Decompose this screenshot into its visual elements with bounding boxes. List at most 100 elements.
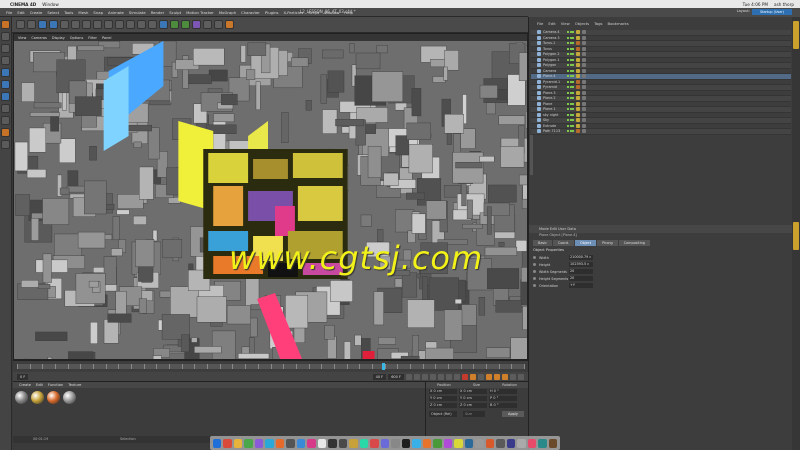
enabled-check-icon[interactable] <box>572 86 574 89</box>
x-axis-button[interactable] <box>82 20 91 29</box>
enabled-check-icon[interactable] <box>572 119 574 122</box>
texture-mode-tool[interactable] <box>1 44 10 53</box>
timeline-settings-button[interactable] <box>518 373 524 380</box>
animate-dot-icon[interactable] <box>533 263 536 266</box>
menu-plugins[interactable]: Plugins <box>265 10 279 15</box>
material-tag-icon[interactable] <box>576 52 580 57</box>
redo-button[interactable] <box>27 20 36 29</box>
object-name[interactable]: Plane.1 <box>543 107 565 111</box>
dock-app-icon[interactable] <box>338 438 348 448</box>
material-tag-icon[interactable] <box>576 96 580 101</box>
coordinate-field[interactable]: P 0 ° <box>489 396 517 401</box>
attribute-value-field[interactable]: +Y <box>569 283 593 288</box>
tab-compositing[interactable]: Compositing <box>618 240 650 246</box>
dock-app-icon[interactable] <box>454 438 463 448</box>
coordinate-mode-dropdown[interactable]: Object (Rel) <box>429 411 457 417</box>
camera-button[interactable] <box>214 20 223 29</box>
editor-visibility-dot[interactable] <box>567 91 569 94</box>
object-name[interactable]: Polygon.1 <box>543 58 565 62</box>
editor-visibility-dot[interactable] <box>567 102 569 105</box>
dock-app-icon[interactable] <box>391 438 400 448</box>
layout-dropdown[interactable]: Startup (User) <box>752 9 792 15</box>
render-picture-viewer-button[interactable] <box>137 20 146 29</box>
editor-visibility-dot[interactable] <box>567 36 569 39</box>
enabled-check-icon[interactable] <box>572 58 574 61</box>
menu-snap[interactable]: Snap <box>93 10 103 15</box>
editor-visibility-dot[interactable] <box>567 124 569 127</box>
material-tag-icon[interactable] <box>576 129 580 134</box>
render-settings-button[interactable] <box>148 20 157 29</box>
object-name[interactable]: Torus <box>543 47 565 51</box>
viewport-menu-cameras[interactable]: Cameras <box>31 36 47 40</box>
mac-menu-window[interactable]: Window <box>42 2 59 7</box>
play-button[interactable] <box>430 373 436 380</box>
generator-button[interactable] <box>170 20 179 29</box>
editor-visibility-dot[interactable] <box>567 53 569 56</box>
texture-tag-icon[interactable] <box>582 96 586 101</box>
object-manager-menu-view[interactable]: View <box>561 21 570 26</box>
dock-app-icon[interactable] <box>380 438 390 448</box>
texture-tag-icon[interactable] <box>582 101 586 106</box>
menu-tools[interactable]: Tools <box>64 10 73 15</box>
dock-app-icon[interactable] <box>244 438 253 448</box>
enabled-check-icon[interactable] <box>572 102 574 105</box>
object-name[interactable]: Camera.4 <box>543 30 565 34</box>
menu-animate[interactable]: Animate <box>108 10 124 15</box>
dock-app-icon[interactable] <box>286 438 295 448</box>
menu-file[interactable]: File <box>6 10 12 15</box>
material-tag-icon[interactable] <box>576 90 580 95</box>
material-menu-create[interactable]: Create <box>19 383 31 387</box>
object-manager-menu-edit[interactable]: Edit <box>548 21 555 26</box>
dock-app-icon[interactable] <box>412 438 421 448</box>
editor-visibility-dot[interactable] <box>567 47 569 50</box>
material-tag-icon[interactable] <box>576 35 580 40</box>
dock-app-icon[interactable] <box>433 438 442 448</box>
coordinate-field[interactable]: X 0 cm <box>459 389 487 394</box>
dock-app-icon[interactable] <box>307 438 316 448</box>
animate-dot-icon[interactable] <box>533 256 536 259</box>
tweak-mode-tool[interactable] <box>1 116 10 125</box>
editor-visibility-dot[interactable] <box>567 69 569 72</box>
object-name[interactable]: sky night <box>543 113 565 117</box>
object-name[interactable]: Polygon <box>543 63 565 67</box>
texture-tag-icon[interactable] <box>582 90 586 95</box>
move-tool-button[interactable] <box>49 20 58 29</box>
next-key-button[interactable] <box>446 373 452 380</box>
material-menu-texture[interactable]: Texture <box>68 383 81 387</box>
editor-visibility-dot[interactable] <box>567 97 569 100</box>
dock-app-icon[interactable] <box>485 438 495 448</box>
menu-mograph[interactable]: MoGraph <box>219 10 236 15</box>
object-name[interactable]: Pyramid <box>543 85 565 89</box>
dock-app-icon[interactable] <box>223 438 232 448</box>
dock-app-icon[interactable] <box>275 438 285 448</box>
menu-character[interactable]: Character <box>241 10 260 15</box>
next-frame-button[interactable] <box>438 373 444 380</box>
make-editable-tool[interactable] <box>1 20 10 29</box>
texture-tag-icon[interactable] <box>582 129 586 134</box>
user-name[interactable]: ash thorp <box>774 2 794 7</box>
object-name[interactable]: Plane.4 <box>543 74 565 78</box>
enabled-check-icon[interactable] <box>572 36 574 39</box>
coordinate-field[interactable]: Z 0 cm <box>459 403 487 408</box>
material-tag-icon[interactable] <box>576 85 580 90</box>
array-button[interactable] <box>181 20 190 29</box>
coordinate-field[interactable]: H 0 ° <box>489 389 517 394</box>
coordinate-field[interactable]: Y 0 cm <box>429 396 457 401</box>
go-to-end-button[interactable] <box>454 373 460 380</box>
object-name[interactable]: Plane.3 <box>543 91 565 95</box>
deformer-button[interactable] <box>192 20 201 29</box>
material-menu-function[interactable]: Function <box>48 383 63 387</box>
current-frame-field[interactable]: 40 F <box>372 373 387 380</box>
texture-tag-icon[interactable] <box>582 63 586 68</box>
animate-dot-icon[interactable] <box>533 277 536 280</box>
apply-button[interactable]: Apply <box>502 411 524 417</box>
keyframe-selection-button[interactable] <box>478 373 484 380</box>
dock-app-icon[interactable] <box>548 438 557 448</box>
record-button[interactable] <box>462 373 468 380</box>
position-key-button[interactable] <box>486 373 492 380</box>
menu-motion-tracker[interactable]: Motion Tracker <box>186 10 214 15</box>
material-tag-icon[interactable] <box>576 79 580 84</box>
tab-coord[interactable]: Coord. <box>552 240 575 246</box>
material-tag-icon[interactable] <box>576 46 580 51</box>
dock-app-icon[interactable] <box>506 438 516 448</box>
